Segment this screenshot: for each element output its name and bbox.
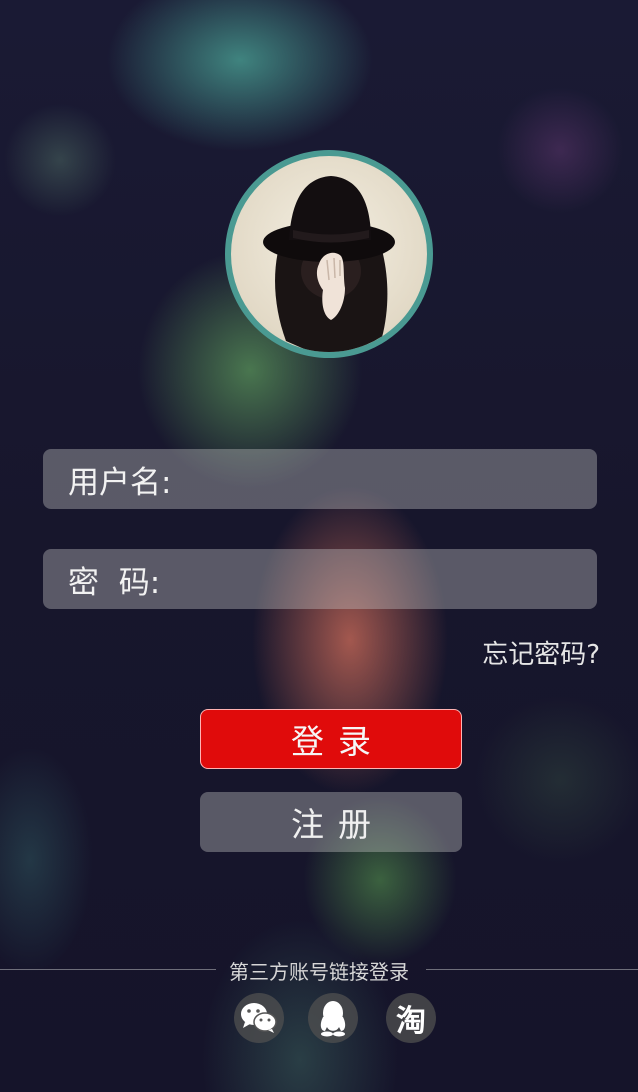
login-button[interactable]: 登录 (200, 709, 462, 769)
password-label: 密 码: (68, 564, 161, 601)
qq-login-button[interactable] (308, 993, 358, 1043)
password-field[interactable]: 密 码: (43, 548, 597, 610)
password-input[interactable] (160, 548, 597, 610)
register-button[interactable]: 注册 (200, 792, 462, 852)
register-button-label: 注册 (291, 805, 385, 844)
taobao-login-button[interactable]: 淘 (386, 993, 436, 1043)
avatar[interactable] (225, 150, 433, 358)
taobao-icon: 淘 (396, 1004, 426, 1039)
wechat-icon (241, 1003, 277, 1033)
forgot-password-link[interactable]: 忘记密码? (482, 634, 600, 671)
login-button-label: 登录 (291, 722, 385, 761)
wechat-login-button[interactable] (234, 993, 284, 1043)
third-party-login-label: 第三方账号链接登录 (229, 960, 409, 984)
username-field[interactable]: 用户名: (43, 448, 597, 510)
username-label: 用户名: (68, 464, 172, 501)
avatar-portrait-image (263, 176, 395, 352)
username-input[interactable] (171, 448, 597, 510)
qq-icon (320, 1001, 346, 1037)
